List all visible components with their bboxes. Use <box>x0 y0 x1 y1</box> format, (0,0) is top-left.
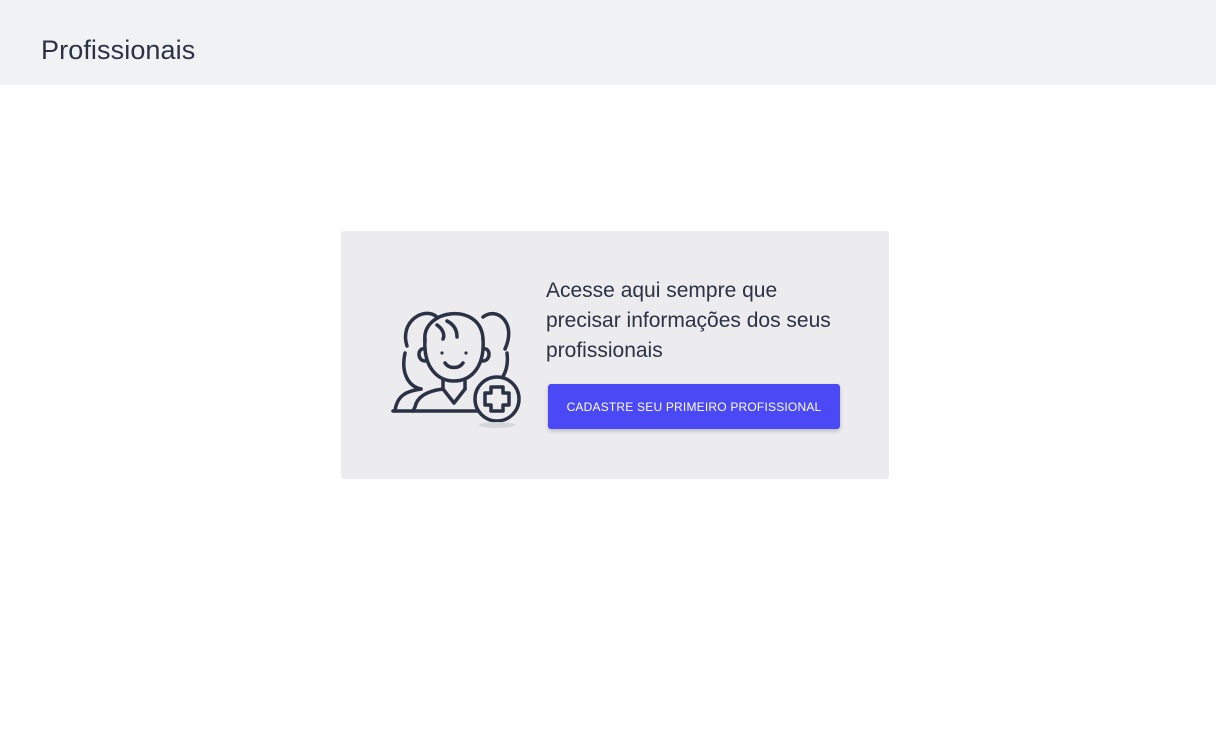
professional-add-icon <box>385 291 525 431</box>
add-first-professional-button[interactable]: CADASTRE SEU PRIMEIRO PROFISSIONAL <box>548 384 840 429</box>
page-header: Profissionais <box>0 0 1216 85</box>
empty-state-card: Acesse aqui sempre que precisar informaç… <box>341 231 889 479</box>
page-title: Profissionais <box>41 35 196 65</box>
empty-state-message: Acesse aqui sempre que precisar informaç… <box>546 279 831 362</box>
